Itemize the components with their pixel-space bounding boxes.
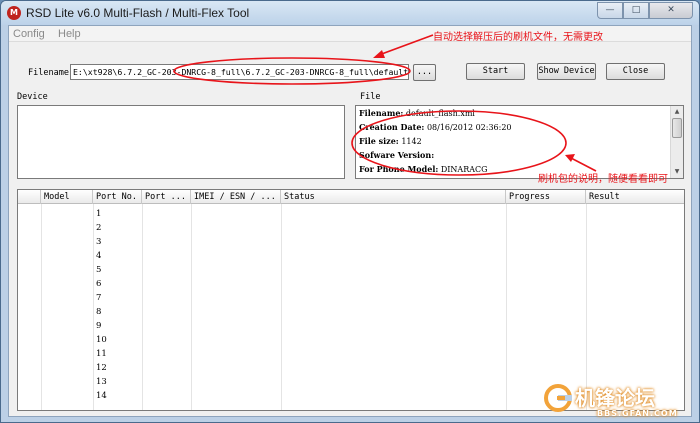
column-divider <box>142 204 143 410</box>
table-header: Model Port No. Port ... IMEI / ESN / ...… <box>18 190 684 204</box>
port-number: 2 <box>96 223 102 233</box>
main-window: M RSD Lite v6.0 Multi-Flash / Multi-Flex… <box>0 0 700 423</box>
port-number: 7 <box>96 293 102 303</box>
file-annotation: 刷机包的说明，随便看看即可 <box>538 174 668 185</box>
port-number: 13 <box>96 377 107 387</box>
column-header-model[interactable]: Model <box>41 190 93 204</box>
column-header-progress[interactable]: Progress <box>506 190 586 204</box>
close-icon: ✕ <box>667 5 675 15</box>
column-divider <box>281 204 282 410</box>
column-header-port[interactable]: Port ... <box>142 190 191 204</box>
filename-field[interactable]: E:\xt928\6.7.2_GC-203-DNRCG-8_full\6.7.2… <box>70 64 409 80</box>
close-window-button[interactable]: ✕ <box>649 2 693 19</box>
watermark-url: BBS.GFAN.COM <box>597 409 678 418</box>
scroll-thumb[interactable] <box>672 118 682 138</box>
show-device-button[interactable]: Show Device <box>537 63 596 80</box>
motorola-logo-icon: M <box>7 6 21 20</box>
browse-button[interactable]: ... <box>413 64 436 81</box>
file-info-line: Sofware Version: <box>359 150 435 160</box>
start-button[interactable]: Start <box>466 63 525 80</box>
minimize-icon: — <box>605 5 615 15</box>
port-number: 14 <box>96 391 107 401</box>
port-number: 6 <box>96 279 102 289</box>
port-number: 9 <box>96 321 102 331</box>
maximize-button[interactable]: □ <box>623 2 649 19</box>
device-panel[interactable] <box>17 105 345 179</box>
column-divider <box>506 204 507 410</box>
file-info-line: File size: 1142 <box>359 136 422 146</box>
column-divider <box>41 204 42 410</box>
column-header-imei[interactable]: IMEI / ESN / ... <box>191 190 281 204</box>
menu-help[interactable]: Help <box>58 28 81 40</box>
minimize-button[interactable]: — <box>597 2 623 19</box>
port-number: 10 <box>96 335 107 345</box>
watermark-brand: 机锋论坛 <box>575 386 655 410</box>
client-area: Config Help Filename E:\xt928\6.7.2_GC-2… <box>8 25 692 417</box>
watermark: 机锋论坛 BBS.GFAN.COM <box>539 379 699 422</box>
device-table[interactable]: Model Port No. Port ... IMEI / ESN / ...… <box>17 189 685 411</box>
menu-config[interactable]: Config <box>13 28 45 40</box>
file-info-line: For Phone Model: DINARACG <box>359 164 488 174</box>
column-header-status[interactable]: Status <box>281 190 506 204</box>
port-number: 3 <box>96 237 102 247</box>
filename-label: Filename <box>28 68 69 78</box>
port-number: 12 <box>96 363 107 373</box>
column-divider <box>93 204 94 410</box>
port-number: 5 <box>96 265 102 275</box>
column-divider <box>191 204 192 410</box>
maximize-icon: □ <box>631 5 641 15</box>
file-info-line: Filename: default_flash.xml <box>359 108 475 118</box>
port-number: 4 <box>96 251 102 261</box>
port-number: 1 <box>96 209 102 219</box>
file-info-line: Creation Date: 08/16/2012 02:36:20 <box>359 122 512 132</box>
scroll-up-icon[interactable]: ▲ <box>672 107 682 117</box>
file-info-panel[interactable]: Filename: default_flash.xml Creation Dat… <box>355 105 684 179</box>
window-title: RSD Lite v6.0 Multi-Flash / Multi-Flex T… <box>26 6 250 20</box>
title-bar[interactable]: M RSD Lite v6.0 Multi-Flash / Multi-Flex… <box>1 1 699 25</box>
column-header-port-no[interactable]: Port No. <box>93 190 142 204</box>
close-button[interactable]: Close <box>606 63 665 80</box>
gfan-logo-icon <box>544 384 572 412</box>
scroll-down-icon[interactable]: ▼ <box>672 167 682 177</box>
column-header-blank[interactable] <box>18 190 41 204</box>
port-number: 8 <box>96 307 102 317</box>
column-header-result[interactable]: Result <box>586 190 684 204</box>
port-number: 11 <box>96 349 107 359</box>
device-label: Device <box>17 92 48 102</box>
filename-annotation: 自动选择解压后的刷机文件，无需更改 <box>433 32 603 43</box>
file-panel-scrollbar[interactable]: ▲ ▼ <box>670 106 683 178</box>
file-label: File <box>360 92 381 102</box>
